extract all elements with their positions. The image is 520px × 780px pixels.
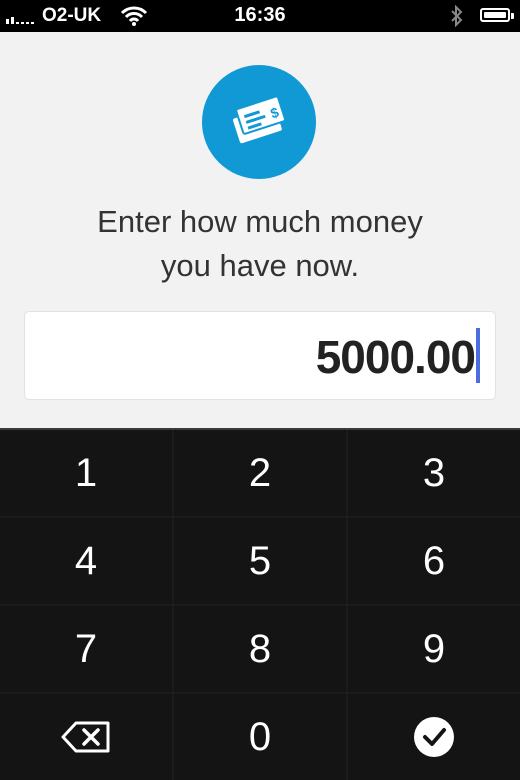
money-cheque-icon: $: [202, 65, 316, 179]
status-time: 16:36: [234, 4, 286, 26]
amount-value: 5000.00: [315, 331, 476, 383]
key-5[interactable]: 5: [174, 518, 346, 604]
key-6[interactable]: 6: [348, 518, 520, 604]
amount-input[interactable]: 5000.00: [24, 311, 496, 400]
checkmark-icon: [414, 717, 454, 757]
numeric-keypad: 1 2 3 4 5 6 7 8 9 0: [0, 428, 520, 780]
status-bar: O2-UK 16:36: [0, 0, 520, 32]
key-7[interactable]: 7: [0, 606, 172, 692]
key-3[interactable]: 3: [348, 430, 520, 516]
confirm-button[interactable]: [348, 694, 520, 780]
content-area: $ Enter how much money you have now. 500…: [0, 32, 520, 428]
backspace-icon: [61, 721, 110, 753]
bluetooth-icon: [451, 5, 463, 27]
key-8[interactable]: 8: [174, 606, 346, 692]
prompt-line-2: you have now.: [160, 248, 360, 283]
key-2[interactable]: 2: [174, 430, 346, 516]
prompt-text: Enter how much money you have now.: [40, 200, 480, 288]
key-1[interactable]: 1: [0, 430, 172, 516]
text-caret: [476, 328, 480, 383]
prompt-line-1: Enter how much money: [97, 204, 423, 239]
backspace-button[interactable]: [0, 694, 172, 780]
battery-icon: [480, 8, 514, 22]
key-9[interactable]: 9: [348, 606, 520, 692]
key-0[interactable]: 0: [174, 694, 346, 780]
key-4[interactable]: 4: [0, 518, 172, 604]
